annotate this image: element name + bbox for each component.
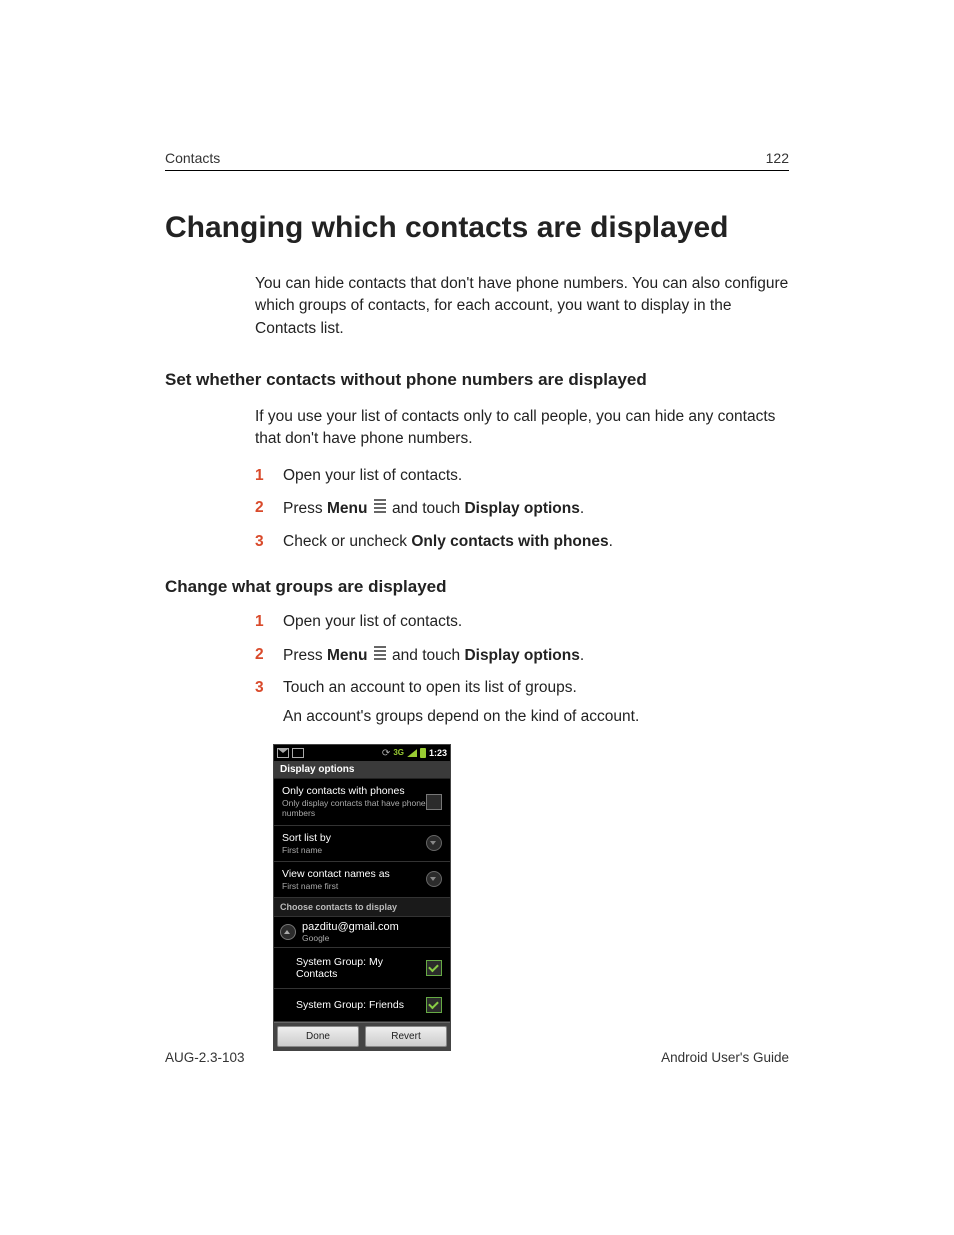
network-3g-icon: 3G bbox=[393, 749, 404, 757]
done-button: Done bbox=[277, 1026, 359, 1047]
menu-icon bbox=[374, 497, 386, 515]
step-text-a: Press bbox=[283, 500, 327, 517]
dropdown-icon bbox=[426, 871, 442, 887]
sync-icon: ⟳ bbox=[382, 748, 390, 759]
dropdown-icon bbox=[426, 835, 442, 851]
section1-steps: 1 Open your list of contacts. 2 Press Me… bbox=[255, 465, 789, 553]
account-name: pazditu@gmail.com bbox=[302, 921, 399, 933]
section2-step1: 1 Open your list of contacts. bbox=[255, 611, 789, 633]
intro-paragraph: You can hide contacts that don't have ph… bbox=[255, 273, 789, 340]
phone-group-friends: System Group: Friends bbox=[274, 989, 450, 1022]
signal-bars-icon bbox=[407, 749, 417, 757]
row-subtitle: First name bbox=[282, 845, 426, 855]
phone-button-bar: Done Revert bbox=[274, 1022, 450, 1050]
step-text-d: Display options bbox=[464, 647, 579, 664]
page-title: Changing which contacts are displayed bbox=[165, 211, 789, 245]
statusbar-time: 1:23 bbox=[429, 748, 447, 758]
section2-step3: 3 Touch an account to open its list of g… bbox=[255, 677, 789, 699]
expand-icon bbox=[280, 924, 296, 940]
row-title: Sort list by bbox=[282, 832, 426, 844]
document-page: Contacts 122 Changing which contacts are… bbox=[0, 0, 954, 1235]
mail-icon bbox=[277, 748, 289, 758]
step-text-b: Only contacts with phones bbox=[411, 533, 608, 550]
row-title: Only contacts with phones bbox=[282, 785, 426, 797]
step-text-c: . bbox=[609, 533, 613, 550]
group-label: System Group: My Contacts bbox=[296, 956, 426, 980]
checkbox-checked-icon bbox=[426, 997, 442, 1013]
step-text-c: and touch bbox=[392, 647, 464, 664]
section2-step3-subtext: An account's groups depend on the kind o… bbox=[283, 706, 789, 728]
account-type: Google bbox=[302, 933, 399, 943]
footer-left: AUG-2.3-103 bbox=[165, 1050, 245, 1065]
step-text: Open your list of contacts. bbox=[283, 613, 462, 630]
row-title: View contact names as bbox=[282, 868, 426, 880]
phone-account-row: pazditu@gmail.com Google bbox=[274, 917, 450, 948]
phone-row-sort: Sort list by First name bbox=[274, 826, 450, 862]
section2-heading: Change what groups are displayed bbox=[165, 577, 789, 597]
running-header: Contacts 122 bbox=[165, 150, 789, 171]
footer-right: Android User's Guide bbox=[661, 1050, 789, 1065]
section1-step2: 2 Press Menu and touch Display options. bbox=[255, 497, 789, 520]
phone-group-my-contacts: System Group: My Contacts bbox=[274, 948, 450, 989]
phone-choose-header: Choose contacts to display bbox=[274, 898, 450, 917]
notification-icon bbox=[292, 748, 304, 758]
checkbox-unchecked-icon bbox=[426, 794, 442, 810]
header-page-number: 122 bbox=[766, 150, 789, 166]
step-text-e: . bbox=[580, 500, 584, 517]
section1-step1: 1 Open your list of contacts. bbox=[255, 465, 789, 487]
revert-button: Revert bbox=[365, 1026, 447, 1047]
step-text: Open your list of contacts. bbox=[283, 467, 462, 484]
step-text: Touch an account to open its list of gro… bbox=[283, 679, 577, 696]
checkbox-checked-icon bbox=[426, 960, 442, 976]
menu-icon bbox=[374, 644, 386, 662]
step-text-a: Press bbox=[283, 647, 327, 664]
phone-row-view-names: View contact names as First name first bbox=[274, 862, 450, 898]
phone-titlebar: Display options bbox=[274, 761, 450, 779]
battery-icon bbox=[420, 748, 426, 758]
row-subtitle: First name first bbox=[282, 881, 426, 891]
step-text-e: . bbox=[580, 647, 584, 664]
section1-step3: 3 Check or uncheck Only contacts with ph… bbox=[255, 531, 789, 553]
step-text-a: Check or uncheck bbox=[283, 533, 411, 550]
section1-heading: Set whether contacts without phone numbe… bbox=[165, 370, 789, 390]
page-footer: AUG-2.3-103 Android User's Guide bbox=[165, 1050, 789, 1065]
phone-screenshot: ⟳ 3G 1:23 Display options Only contacts … bbox=[273, 744, 451, 1051]
row-subtitle: Only display contacts that have phone nu… bbox=[282, 798, 426, 818]
group-label: System Group: Friends bbox=[296, 999, 404, 1011]
section2-step2: 2 Press Menu and touch Display options. bbox=[255, 644, 789, 667]
phone-row-only-contacts: Only contacts with phones Only display c… bbox=[274, 779, 450, 825]
header-section: Contacts bbox=[165, 150, 220, 166]
step-text-b: Menu bbox=[327, 500, 367, 517]
phone-statusbar: ⟳ 3G 1:23 bbox=[274, 745, 450, 761]
section1-text: If you use your list of contacts only to… bbox=[255, 406, 789, 451]
step-text-c: and touch bbox=[392, 500, 464, 517]
section2-steps: 1 Open your list of contacts. 2 Press Me… bbox=[255, 611, 789, 699]
step-text-d: Display options bbox=[464, 500, 579, 517]
step-text-b: Menu bbox=[327, 647, 367, 664]
